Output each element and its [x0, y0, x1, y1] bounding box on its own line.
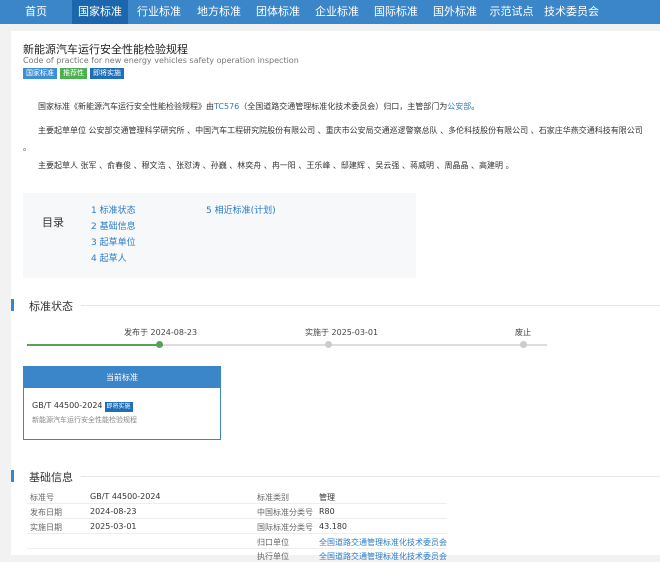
nav-item-international[interactable]: 国际标准 [366, 0, 426, 24]
tc-link[interactable]: TC576 [214, 102, 239, 111]
value-ics: 43.180 [319, 522, 347, 531]
label-responsible: 归口单位 [257, 538, 289, 547]
nav-item-local[interactable]: 地方标准 [190, 0, 248, 24]
intro-text: 国家标准《新能源汽车运行安全性能检验规程》由 [38, 102, 214, 111]
page-title: 新能源汽车运行安全性能检验规程 [23, 43, 188, 56]
card-status-badge: 即将实施 [104, 402, 133, 412]
row-divider [27, 548, 447, 549]
nav-item-home[interactable]: 首页 [0, 0, 72, 24]
nav-item-pilot[interactable]: 示范试点 [484, 0, 539, 24]
nav-item-enterprise[interactable]: 企业标准 [308, 0, 366, 24]
drafting-units-tail: 。 [23, 143, 31, 152]
row-divider [27, 533, 447, 534]
toc-label: 目录 [42, 216, 64, 229]
label-ics: 国际标准分类号 [257, 523, 313, 532]
timeline-label-effective: 实施于 2025-03-01 [305, 328, 379, 337]
toc-item-units[interactable]: 3 起草单位 [91, 235, 136, 248]
section-divider [81, 476, 660, 477]
section-divider [81, 305, 660, 306]
label-ccs: 中国标准分类号 [257, 508, 313, 517]
current-standard-card[interactable]: 当前标准 GB/T 44500-2024 即将实施 新能源汽车运行安全性能检验规程 [23, 366, 221, 440]
drafters: 主要起草人 张军 、俞春俊 、穆文浩 、张怼涛 、孙巍 、林奕舟 、冉一阳 、王… [38, 161, 514, 170]
value-effective-date: 2025-03-01 [90, 522, 137, 531]
row-divider [27, 503, 447, 504]
timeline-node-abolished [520, 341, 527, 348]
nav-item-industry[interactable]: 行业标准 [128, 0, 190, 24]
section-marker [11, 299, 14, 311]
card-code-line: GB/T 44500-2024 即将实施 [32, 401, 133, 412]
nav-item-foreign[interactable]: 国外标准 [426, 0, 484, 24]
status-section-title: 标准状态 [29, 300, 73, 313]
toc-item-similar[interactable]: 5 相近标准(计划) [206, 203, 276, 216]
timeline-node-published [156, 341, 163, 348]
intro-paragraph: 国家标准《新能源汽车运行安全性能检验规程》由TC576（全国道路交通管理标准化技… [38, 101, 479, 112]
nav-item-committee[interactable]: 技术委员会 [539, 0, 604, 24]
dept-link[interactable]: 公安部 [447, 102, 471, 111]
timeline-progress [27, 344, 163, 346]
value-publish-date: 2024-08-23 [90, 507, 137, 516]
row-divider [27, 518, 447, 519]
page-subtitle: Code of practice for new energy vehicles… [23, 56, 299, 65]
toc-item-status[interactable]: 1 标准状态 [91, 203, 136, 216]
content-panel: 新能源汽车运行安全性能检验规程 Code of practice for new… [11, 31, 660, 561]
label-std-no: 标准号 [30, 493, 54, 502]
value-ccs: R80 [319, 507, 335, 516]
table-of-contents: 目录 1 标准状态 2 基础信息 3 起草单位 4 起草人 5 相近标准(计划) [23, 193, 416, 278]
label-category: 标准类别 [257, 493, 289, 502]
nav-item-national[interactable]: 国家标准 [72, 0, 128, 24]
top-nav: 首页 国家标准 行业标准 地方标准 团体标准 企业标准 国际标准 国外标准 示范… [0, 0, 660, 24]
timeline-node-effective [325, 341, 332, 348]
card-code: GB/T 44500-2024 [32, 401, 103, 410]
drafting-units: 主要起草单位 公安部交通管理科学研究所 、中国汽车工程研究院股份有限公司 、重庆… [38, 126, 643, 135]
toc-item-drafters[interactable]: 4 起草人 [91, 251, 127, 264]
value-category: 管理 [319, 493, 335, 502]
label-publish-date: 发布日期 [30, 508, 62, 517]
value-std-no: GB/T 44500-2024 [90, 492, 161, 501]
basic-section-title: 基础信息 [29, 471, 73, 484]
timeline-label-published: 发布于 2024-08-23 [124, 328, 198, 337]
nav-item-group[interactable]: 团体标准 [248, 0, 308, 24]
timeline-label-abolished: 废止 [515, 328, 531, 337]
label-executing: 执行单位 [257, 552, 289, 561]
card-header: 当前标准 [24, 367, 220, 388]
intro-text: （全国道路交通管理标准化技术委员会）归口，主管部门为 [239, 102, 448, 111]
badge-national: 国家标准 [23, 68, 57, 79]
badge-upcoming: 即将实施 [90, 68, 124, 79]
intro-text: 。 [471, 102, 480, 111]
section-marker [11, 470, 14, 482]
toc-item-basic[interactable]: 2 基础信息 [91, 219, 136, 232]
value-executing-link[interactable]: 全国道路交通管理标准化技术委员会 [319, 551, 447, 562]
badge-group: 国家标准 推荐性 即将实施 [23, 68, 124, 79]
card-name: 新能源汽车运行安全性能检验规程 [32, 416, 137, 424]
value-responsible-link[interactable]: 全国道路交通管理标准化技术委员会 [319, 537, 447, 548]
label-effective-date: 实施日期 [30, 523, 62, 532]
badge-recommended: 推荐性 [60, 68, 87, 79]
